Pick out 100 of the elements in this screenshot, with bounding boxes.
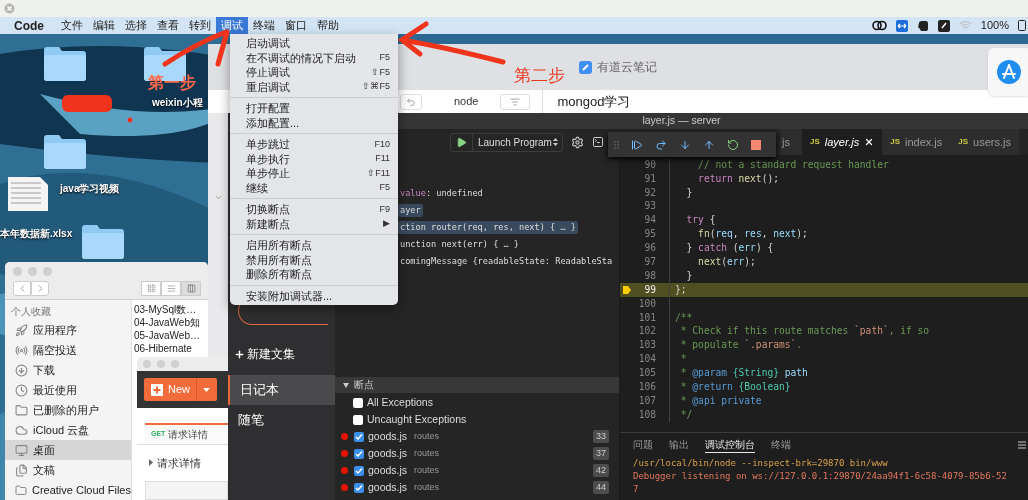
breakpoints-header[interactable]: 断点	[335, 377, 619, 393]
variable-row[interactable]: comingMessage {readableState: ReadableSta	[398, 255, 615, 268]
menu-entry[interactable]: 停止调试 ⇧F5	[230, 65, 398, 80]
file-name[interactable]: 06-Hibernate	[134, 342, 208, 355]
menu-item[interactable]: 窗口	[280, 17, 312, 34]
app-store-icon[interactable]	[996, 59, 1022, 85]
menu-entry[interactable]: 新建断点 ▶	[230, 216, 398, 231]
menu-item[interactable]: 文件	[56, 17, 88, 34]
cloud-icon	[15, 423, 28, 437]
panel-tab[interactable]: 输出	[669, 437, 689, 453]
sidebar-item[interactable]: 桌面	[5, 440, 131, 460]
checkbox[interactable]	[354, 431, 364, 442]
variable-row[interactable]: ction router(req, res, next) { … }	[398, 221, 578, 234]
file-name[interactable]: 05-JavaWeb…	[134, 329, 208, 342]
clear-console-icon[interactable]	[1018, 440, 1026, 450]
close-icon[interactable]	[864, 137, 875, 148]
checkbox[interactable]	[354, 482, 364, 493]
menu-entry[interactable]: 继续 F5	[230, 180, 398, 195]
checkbox[interactable]	[354, 465, 364, 476]
checkbox[interactable]	[353, 414, 363, 425]
checkbox[interactable]	[353, 397, 363, 408]
redaction-mark	[62, 95, 112, 112]
editor-tab[interactable]: JS index.js	[882, 129, 951, 155]
menu-entry[interactable]: 打开配置	[230, 101, 398, 116]
menu-entry[interactable]: 单步跳过 F10	[230, 137, 398, 152]
input-field[interactable]	[145, 481, 228, 500]
folder-icon[interactable]	[42, 44, 88, 82]
menu-entry[interactable]: 启用所有断点	[230, 238, 398, 253]
desktop-icon-label: 本年数据新.xlsx	[0, 227, 73, 241]
menu-entry[interactable]: 安装附加调试器...	[230, 288, 398, 303]
menu-item[interactable]: 终端	[248, 17, 280, 34]
menu-item[interactable]: 转到	[184, 17, 216, 34]
code-token: @return	[692, 381, 733, 392]
double-arrow-icon[interactable]	[895, 19, 908, 32]
menu-entry[interactable]: 单步停止 ⇧F11	[230, 166, 398, 181]
new-collection-button[interactable]: 新建文集	[234, 345, 335, 363]
continue-icon[interactable]	[631, 138, 643, 151]
spreadsheet-icon[interactable]	[6, 176, 50, 212]
menu-entry[interactable]: 切换断点 F9	[230, 202, 398, 217]
drag-handle-icon[interactable]	[614, 139, 619, 150]
notebook-item[interactable]: 随笔	[228, 405, 335, 435]
step-into-icon[interactable]	[679, 138, 691, 151]
step-over-icon[interactable]	[655, 138, 667, 151]
notebook-item[interactable]: 日记本	[228, 375, 335, 405]
battery-icon[interactable]	[1018, 20, 1026, 31]
menu-item[interactable]: 编辑	[88, 17, 120, 34]
menu-entry[interactable]: 添加配置...	[230, 115, 398, 130]
variable-row[interactable]: value: undefined	[398, 187, 485, 200]
menu-entry[interactable]: 重启调试 ⇧⌘F5	[230, 79, 398, 94]
editor-tab[interactable]: JS users.js	[950, 129, 1019, 155]
menu-entry[interactable]: 在不调试的情况下启动 F5	[230, 50, 398, 65]
sidebar-item[interactable]: 文稿	[5, 460, 131, 480]
pen-icon[interactable]	[937, 19, 950, 32]
variable-row[interactable]: unction next(err) { … }	[398, 238, 521, 251]
menu-entry[interactable]: 删除所有断点	[230, 267, 398, 282]
panel-tab[interactable]: 问题	[633, 437, 653, 453]
launch-config-select[interactable]: Launch Program	[450, 132, 563, 152]
menu-item[interactable]: 帮助	[312, 17, 344, 34]
menu-entry[interactable]: 禁用所有断点	[230, 252, 398, 267]
sidebar-item[interactable]: Creative Cloud Files	[5, 480, 131, 500]
folder-icon[interactable]	[42, 132, 88, 170]
menu-item[interactable]: 查看	[152, 17, 184, 34]
editor-tab[interactable]: JS layer.js	[801, 129, 883, 155]
menu-item[interactable]: 调试	[216, 17, 248, 34]
file-name[interactable]: 03-MySql数…	[134, 303, 208, 316]
menu-entry[interactable]: 启动调试	[230, 36, 398, 51]
terminal-icon[interactable]	[592, 136, 604, 149]
variable-row[interactable]: ayer	[398, 204, 423, 217]
app-menu[interactable]: Code	[14, 16, 44, 35]
menu-entry[interactable]: 单步执行 F11	[230, 151, 398, 166]
sidebar-item[interactable]: 下载	[5, 360, 131, 380]
sidebar-item[interactable]: iCloud 云盘	[5, 420, 131, 440]
code-token: path	[783, 367, 808, 379]
folder-icon[interactable]	[80, 222, 126, 260]
code-token: {Boolean}	[737, 381, 791, 392]
start-debug-icon[interactable]	[456, 136, 467, 148]
panel-tab[interactable]: 终端	[771, 437, 791, 453]
settings-icon[interactable]	[571, 135, 584, 149]
menu-item[interactable]: 选择	[120, 17, 152, 34]
notebook-name[interactable]: node	[454, 93, 479, 110]
code-token: err	[727, 256, 745, 267]
step-out-icon[interactable]	[703, 138, 715, 151]
sidebar-item[interactable]: 应用程序	[5, 320, 131, 340]
sidebar-item[interactable]: 已删除的用户	[5, 400, 131, 420]
line-number-badge: 37	[593, 446, 609, 461]
shortcut-label: F9	[379, 202, 390, 216]
panel-tab[interactable]: 调试控制台	[705, 437, 755, 453]
code-token: (	[721, 256, 727, 267]
code-token: *	[679, 381, 688, 392]
restart-icon[interactable]	[727, 138, 739, 151]
expand-triangle-icon[interactable]	[149, 459, 153, 467]
rings-icon[interactable]	[871, 20, 887, 31]
checkbox[interactable]	[354, 448, 364, 459]
stop-icon[interactable]	[751, 139, 761, 150]
js-file-icon: JS	[890, 136, 900, 149]
editor-tab[interactable]: js	[780, 129, 802, 155]
code-token: catch	[698, 242, 727, 254]
file-name[interactable]: 04-JavaWeb知	[134, 316, 208, 329]
sidebar-item[interactable]: 最近使用	[5, 380, 131, 400]
sidebar-item[interactable]: 隔空投送	[5, 340, 131, 360]
